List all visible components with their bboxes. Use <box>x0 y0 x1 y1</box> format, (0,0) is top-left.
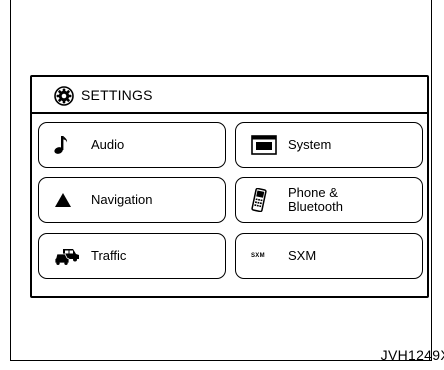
cars-icon <box>54 247 80 265</box>
phone-icon <box>251 188 267 212</box>
page-title: SETTINGS <box>81 87 153 103</box>
audio-button[interactable]: Audio <box>38 122 226 168</box>
sxm-label: SXM <box>288 248 317 263</box>
display-icon <box>251 135 277 155</box>
music-note-icon <box>54 135 68 155</box>
traffic-button[interactable]: Traffic <box>38 233 226 279</box>
phone-bluetooth-label: Phone & Bluetooth <box>288 185 343 214</box>
settings-header: SETTINGS <box>32 77 427 114</box>
sxm-icon: SXM <box>251 253 265 259</box>
figure-code: JVH1249X <box>380 347 444 363</box>
traffic-label: Traffic <box>91 248 127 263</box>
sxm-icon-text: SXM <box>251 253 265 259</box>
phone-bluetooth-button[interactable]: Phone & Bluetooth <box>235 177 423 223</box>
system-button[interactable]: System <box>235 122 423 168</box>
sxm-button[interactable]: SXM SXM <box>235 233 423 279</box>
navigation-label: Navigation <box>91 192 153 207</box>
system-label: System <box>288 137 332 152</box>
settings-screen: SETTINGS Audio System Navigation Phone &… <box>30 75 429 298</box>
navigation-arrow-icon <box>54 192 72 208</box>
gear-icon <box>54 86 74 106</box>
navigation-button[interactable]: Navigation <box>38 177 226 223</box>
audio-label: Audio <box>91 137 125 152</box>
